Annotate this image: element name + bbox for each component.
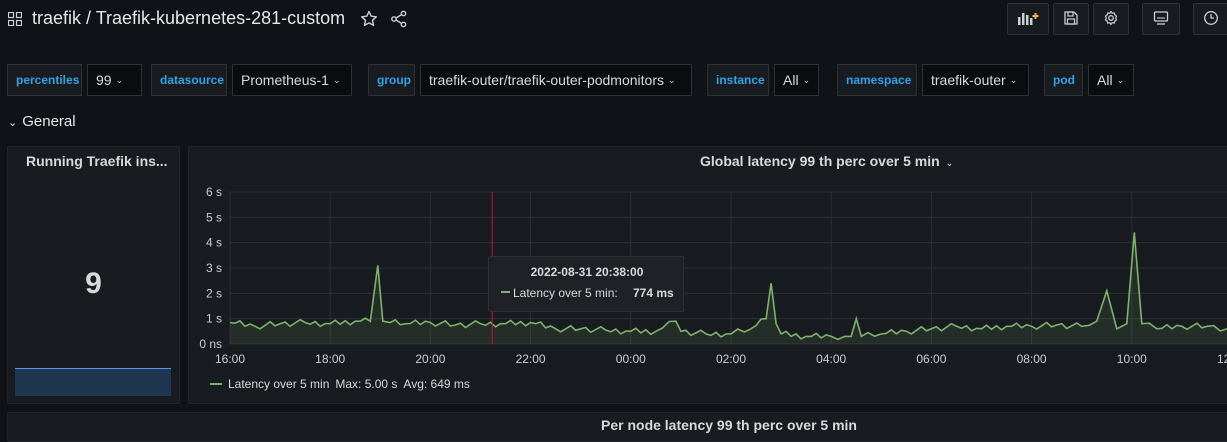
y-tick-label: 5 s xyxy=(206,210,222,224)
tooltip-time: 2022-08-31 20:38:00 xyxy=(530,265,644,279)
y-tick-label: 1 s xyxy=(206,312,222,326)
per-node-panel-title[interactable]: Per node latency 99 th perc over 5 min xyxy=(601,417,857,433)
graph-tooltip: 2022-08-31 20:38:00 Latency over 5 min: … xyxy=(488,256,684,312)
x-tick-label: 06:00 xyxy=(916,352,946,366)
x-tick-label: 20:00 xyxy=(415,352,445,366)
x-tick-label: 18:00 xyxy=(315,352,345,366)
x-tick-label: 04:00 xyxy=(816,352,846,366)
x-tick-label: 22:00 xyxy=(516,352,546,366)
x-tick-label: 02:00 xyxy=(716,352,746,366)
x-tick-label: 12:00 xyxy=(1217,352,1227,366)
x-tick-label: 10:00 xyxy=(1117,352,1147,366)
tooltip-series-swatch xyxy=(501,291,510,293)
legend-avg: Avg: 649 ms xyxy=(403,377,470,391)
y-tick-label: 6 s xyxy=(206,185,222,199)
graph-legend[interactable]: Latency over 5 min Max: 5.00 s Avg: 649 … xyxy=(210,377,470,391)
legend-series-name[interactable]: Latency over 5 min xyxy=(228,377,329,391)
legend-swatch xyxy=(210,383,222,385)
latency-chart: 0 ns 1 s 2 s 3 s 4 s 5 s 6 s 16:00 18:00 20:00 22:… xyxy=(199,185,1227,366)
y-tick-label: 2 s xyxy=(206,286,222,300)
y-tick-label: 0 ns xyxy=(199,337,222,351)
per-node-latency-panel[interactable]: Per node latency 99 th perc over 5 min xyxy=(7,412,1227,442)
y-tick-label: 4 s xyxy=(206,236,222,250)
x-tick-label: 16:00 xyxy=(215,352,245,366)
y-tick-label: 3 s xyxy=(206,261,222,275)
x-tick-label: 08:00 xyxy=(1017,352,1047,366)
tooltip-value: 774 ms xyxy=(633,286,674,300)
x-tick-label: 00:00 xyxy=(616,352,646,366)
tooltip-series-label: Latency over 5 min: xyxy=(513,286,618,300)
legend-max: Max: 5.00 s xyxy=(335,377,398,391)
